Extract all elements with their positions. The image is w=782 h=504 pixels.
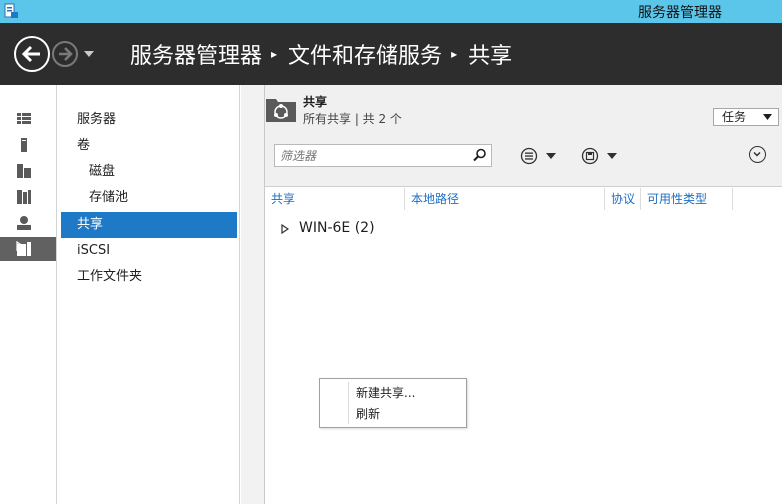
group-label: WIN-6E (2) [299,220,375,236]
rail-item-all-servers[interactable] [0,159,56,183]
filter-input[interactable] [274,144,492,167]
tasks-label: 任务 [722,110,747,124]
search-icon[interactable] [473,148,487,162]
nav-item-work-folders[interactable]: 工作文件夹 [61,264,237,290]
expand-arrow-icon [16,241,24,251]
nav-item-servers[interactable]: 服务器 [61,107,237,133]
nav-panel: 服务器 卷 磁盘 存储池 共享 iSCSI 工作文件夹 [57,85,240,504]
tile-subtitle: 所有共享 | 共 2 个 [303,112,402,126]
iis-icon [17,216,31,230]
column-header-protocol[interactable]: 协议 [605,188,641,210]
all-servers-icon [17,164,31,178]
forward-arrow-icon [59,47,73,61]
icon-rail [0,85,57,504]
tile-header: 共享 所有共享 | 共 2 个 任务 [265,85,782,131]
chevron-down-icon [763,114,772,120]
column-header-local-path[interactable]: 本地路径 [405,188,605,210]
group-row[interactable]: WIN-6E (2) [265,217,565,241]
shares-folder-icon [266,99,296,122]
title-bar: 服务器管理器 [0,0,782,23]
window-title: 服务器管理器 [638,5,722,21]
nav-item-disks[interactable]: 磁盘 [61,159,237,185]
view-options-button[interactable] [520,147,562,165]
file-storage-icon [17,190,31,204]
back-button[interactable] [14,36,50,72]
breadcrumb: 服务器管理器 ▸ 文件和存储服务 ▸ 共享 [130,39,512,69]
filter-bar [265,131,782,187]
tasks-button[interactable]: 任务 [713,108,779,126]
breadcrumb-item-shares: 共享 [468,44,513,69]
column-header-availability-type[interactable]: 可用性类型 [641,188,733,210]
tile-title: 共享 [303,95,328,109]
menu-gutter-divider [348,382,349,424]
nav-item-shares[interactable]: 共享 [61,212,237,238]
nav-item-storage-pools[interactable]: 存储池 [61,185,237,211]
column-header-row: 共享 本地路径 协议 可用性类型 [265,188,782,210]
rail-item-file-storage[interactable] [0,185,56,209]
rail-item-dashboard[interactable] [0,107,56,131]
header-bar: 服务器管理器 ▸ 文件和存储服务 ▸ 共享 [0,23,782,85]
content-area: 共享 所有共享 | 共 2 个 任务 筛选器 共享 本地路径 协议 可用性类型 … [241,85,782,504]
nav-item-volumes[interactable]: 卷 [61,133,237,159]
breadcrumb-item-file-storage[interactable]: 文件和存储服务 [288,38,442,70]
breadcrumb-separator-icon: ▸ [271,47,278,61]
rail-item-iis[interactable] [0,211,56,235]
chevron-down-icon [546,153,556,159]
menu-item-refresh[interactable]: 刷新 [350,404,464,424]
breadcrumb-item-server-manager[interactable]: 服务器管理器 [130,38,262,70]
chevron-down-icon [607,153,617,159]
dashboard-icon [17,113,31,124]
menu-item-new-share[interactable]: 新建共享... [350,383,464,403]
save-query-button[interactable] [581,147,623,165]
nav-item-iscsi[interactable]: iSCSI [61,238,237,264]
expand-triangle-icon[interactable] [281,224,289,234]
back-arrow-icon [21,45,40,63]
local-server-icon [21,138,27,152]
rail-item-file-storage-services[interactable] [0,237,56,261]
shares-tile: 共享 所有共享 | 共 2 个 任务 筛选器 共享 本地路径 协议 可用性类型 … [264,85,782,504]
column-header-share[interactable]: 共享 [265,188,405,210]
context-menu: 新建共享... 刷新 [319,378,467,428]
expand-collapse-button[interactable] [749,146,766,163]
list-view-icon [520,147,538,165]
save-icon [581,147,599,165]
chevron-down-icon[interactable] [83,49,95,59]
forward-button[interactable] [52,41,78,67]
chevron-down-icon [753,151,761,157]
server-manager-icon [4,3,18,18]
breadcrumb-separator-icon: ▸ [451,47,458,61]
rail-item-local-server[interactable] [0,133,56,157]
